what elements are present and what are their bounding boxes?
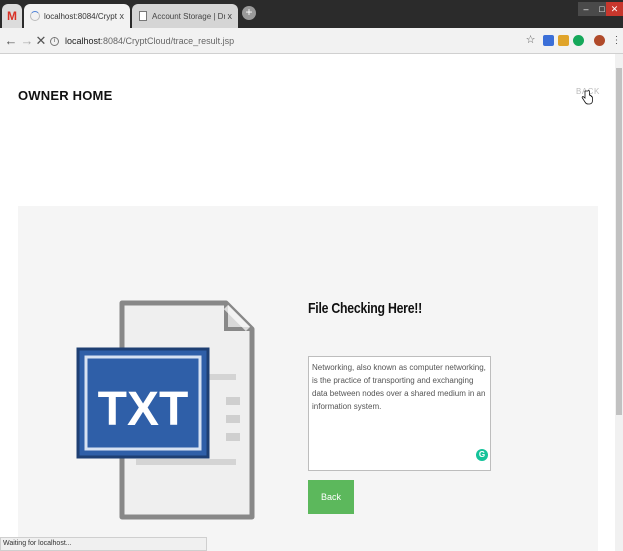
vertical-scrollbar[interactable]	[615, 54, 623, 551]
back-button[interactable]: Back	[308, 480, 354, 514]
extension-notes-icon[interactable]	[558, 35, 569, 46]
forward-arrow-icon[interactable]: →	[20, 33, 34, 49]
page-heading: File Checking Here!!	[308, 300, 423, 317]
status-bar: Waiting for localhost...	[0, 537, 207, 551]
page-icon	[139, 11, 147, 21]
back-arrow-icon[interactable]: ←	[4, 33, 18, 49]
browser-window: M localhost:8084/CryptCloud/trace x Acco…	[0, 0, 623, 551]
txt-icon-label: TXT	[98, 383, 189, 436]
brand-title[interactable]: OWNER HOME	[18, 88, 112, 103]
extension-grammarly-icon[interactable]	[573, 35, 584, 46]
tab-close-icon[interactable]: x	[120, 11, 125, 21]
gmail-icon: M	[7, 9, 17, 23]
stop-loading-icon[interactable]: ✕	[34, 33, 48, 49]
tab-close-icon[interactable]: x	[228, 11, 233, 21]
bookmark-star-icon[interactable]: ☆	[525, 35, 536, 46]
url-host: localhost	[65, 36, 101, 46]
tab-title: Account Storage | DriveHQ	[152, 11, 225, 21]
extension-translate-icon[interactable]	[543, 35, 554, 46]
site-info-icon[interactable]: i	[50, 36, 59, 46]
file-check-panel: TXT File Checking Here!! Networking, als…	[18, 206, 598, 551]
tab-gmail[interactable]: M	[2, 4, 22, 28]
url-path: :8084/CryptCloud/trace_result.jsp	[100, 36, 235, 46]
tab-trace-result[interactable]: localhost:8084/CryptCloud/trace x	[24, 4, 130, 28]
address-toolbar: ← → ✕ i localhost:8084/CryptCloud/trace_…	[0, 28, 623, 54]
page-content: OWNER HOME BACK TXT File Checking Here!!…	[0, 54, 615, 551]
loading-spinner-icon	[30, 11, 40, 21]
close-window-button[interactable]: ✕	[606, 2, 623, 16]
new-tab-button[interactable]: +	[242, 6, 256, 20]
tab-title: localhost:8084/CryptCloud/trace	[44, 11, 117, 21]
title-bar: M localhost:8084/CryptCloud/trace x Acco…	[0, 0, 623, 28]
txt-file-icon: TXT	[76, 300, 255, 520]
tab-drivehq[interactable]: Account Storage | DriveHQ x	[132, 4, 238, 28]
address-bar[interactable]: i localhost:8084/CryptCloud/trace_result…	[50, 32, 520, 50]
profile-avatar[interactable]	[594, 35, 605, 46]
browser-menu-icon[interactable]: ⋮	[611, 35, 622, 46]
minimize-button[interactable]: –	[578, 2, 594, 16]
scrollbar-thumb[interactable]	[616, 68, 622, 415]
hand-cursor-icon	[581, 90, 593, 105]
file-content-textarea[interactable]: Networking, also known as computer netwo…	[308, 356, 491, 471]
grammarly-icon[interactable]: G	[476, 449, 488, 461]
